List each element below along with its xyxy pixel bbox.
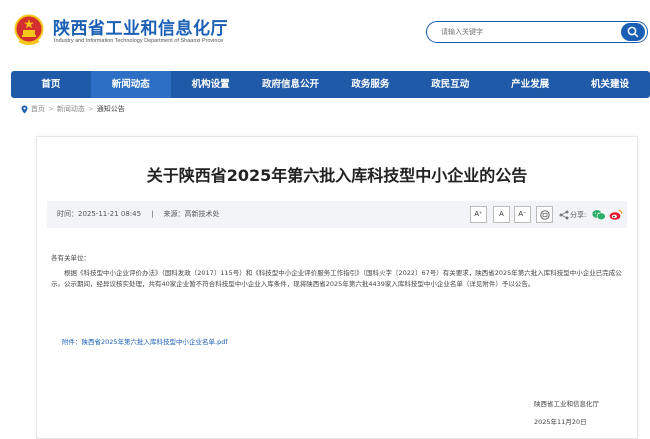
print-button[interactable]: [536, 206, 553, 223]
breadcrumb-separator: >: [87, 105, 94, 113]
print-icon: [540, 210, 550, 220]
wechat-icon[interactable]: [592, 209, 606, 221]
search-icon: [627, 26, 639, 38]
search-box: [426, 21, 648, 43]
font-decrease-button[interactable]: A⁻: [514, 206, 531, 223]
weibo-icon[interactable]: [609, 209, 623, 221]
nav-item-gov-services[interactable]: 政务服务: [331, 71, 411, 98]
article-meta-bar: 时间：2025-11-21 08:45 | 来源：高新技术处 A⁺ A A⁻ 分享:: [47, 201, 627, 228]
nav-item-organization[interactable]: 机构设置: [171, 71, 251, 98]
article-salutation: 各有关单位：: [51, 254, 90, 262]
article-card: 关于陕西省2025年第六批入库科技型中小企业的公告 时间：2025-11-21 …: [36, 136, 638, 439]
breadcrumb-item-notice[interactable]: 通知公告: [97, 104, 125, 114]
breadcrumb-separator: >: [48, 105, 54, 113]
signature-organization: 陕西省工业和信息化厅: [534, 400, 599, 408]
breadcrumb-item-home[interactable]: 首页: [31, 104, 45, 114]
search-button[interactable]: [621, 23, 645, 41]
site-title[interactable]: 陕西省工业和信息化厅: [53, 14, 228, 39]
article-paragraph: 根据《科技型中小企业评价办法》（国科发政〔2017〕115号）和《科技型中小企业…: [51, 269, 622, 288]
divider: |: [151, 210, 154, 218]
font-default-button[interactable]: A: [493, 206, 510, 223]
article-meta: 时间：2025-11-21 08:45 | 来源：高新技术处: [57, 209, 219, 219]
nav-item-home[interactable]: 首页: [11, 71, 91, 98]
share-icon[interactable]: [559, 210, 569, 220]
article-source: 来源：高新技术处: [163, 210, 220, 218]
font-increase-button[interactable]: A⁺: [470, 206, 487, 223]
signature-date: 2025年11月20日: [534, 418, 587, 426]
nav-item-news[interactable]: 新闻动态: [90, 71, 171, 98]
nav-item-gov-info[interactable]: 政府信息公开: [251, 71, 331, 98]
breadcrumb: 首页 > 新闻动态 > 通知公告: [21, 104, 125, 114]
nav-item-industry[interactable]: 产业发展: [490, 71, 570, 98]
national-emblem-icon[interactable]: [14, 14, 44, 46]
publish-time: 时间：2025-11-21 08:45: [57, 210, 142, 218]
site-subtitle: Industry and Information Technology Depa…: [54, 38, 224, 44]
nav-item-interaction[interactable]: 政民互动: [410, 71, 490, 98]
breadcrumb-item-news[interactable]: 新闻动态: [57, 104, 85, 114]
attachment-link[interactable]: 附件：陕西省2025年第六批入库科技型中小企业名单.pdf: [62, 337, 228, 348]
search-input[interactable]: [441, 25, 621, 39]
main-nav: 首页 新闻动态 机构设置 政府信息公开 政务服务 政民互动 产业发展 机关建设: [11, 71, 650, 98]
share-label: 分享:: [570, 211, 587, 219]
site-header: 陕西省工业和信息化厅 Industry and Information Tech…: [0, 0, 650, 68]
nav-item-agency[interactable]: 机关建设: [570, 71, 650, 98]
location-pin-icon: [21, 105, 28, 113]
article-title: 关于陕西省2025年第六批入库科技型中小企业的公告: [146, 166, 528, 185]
